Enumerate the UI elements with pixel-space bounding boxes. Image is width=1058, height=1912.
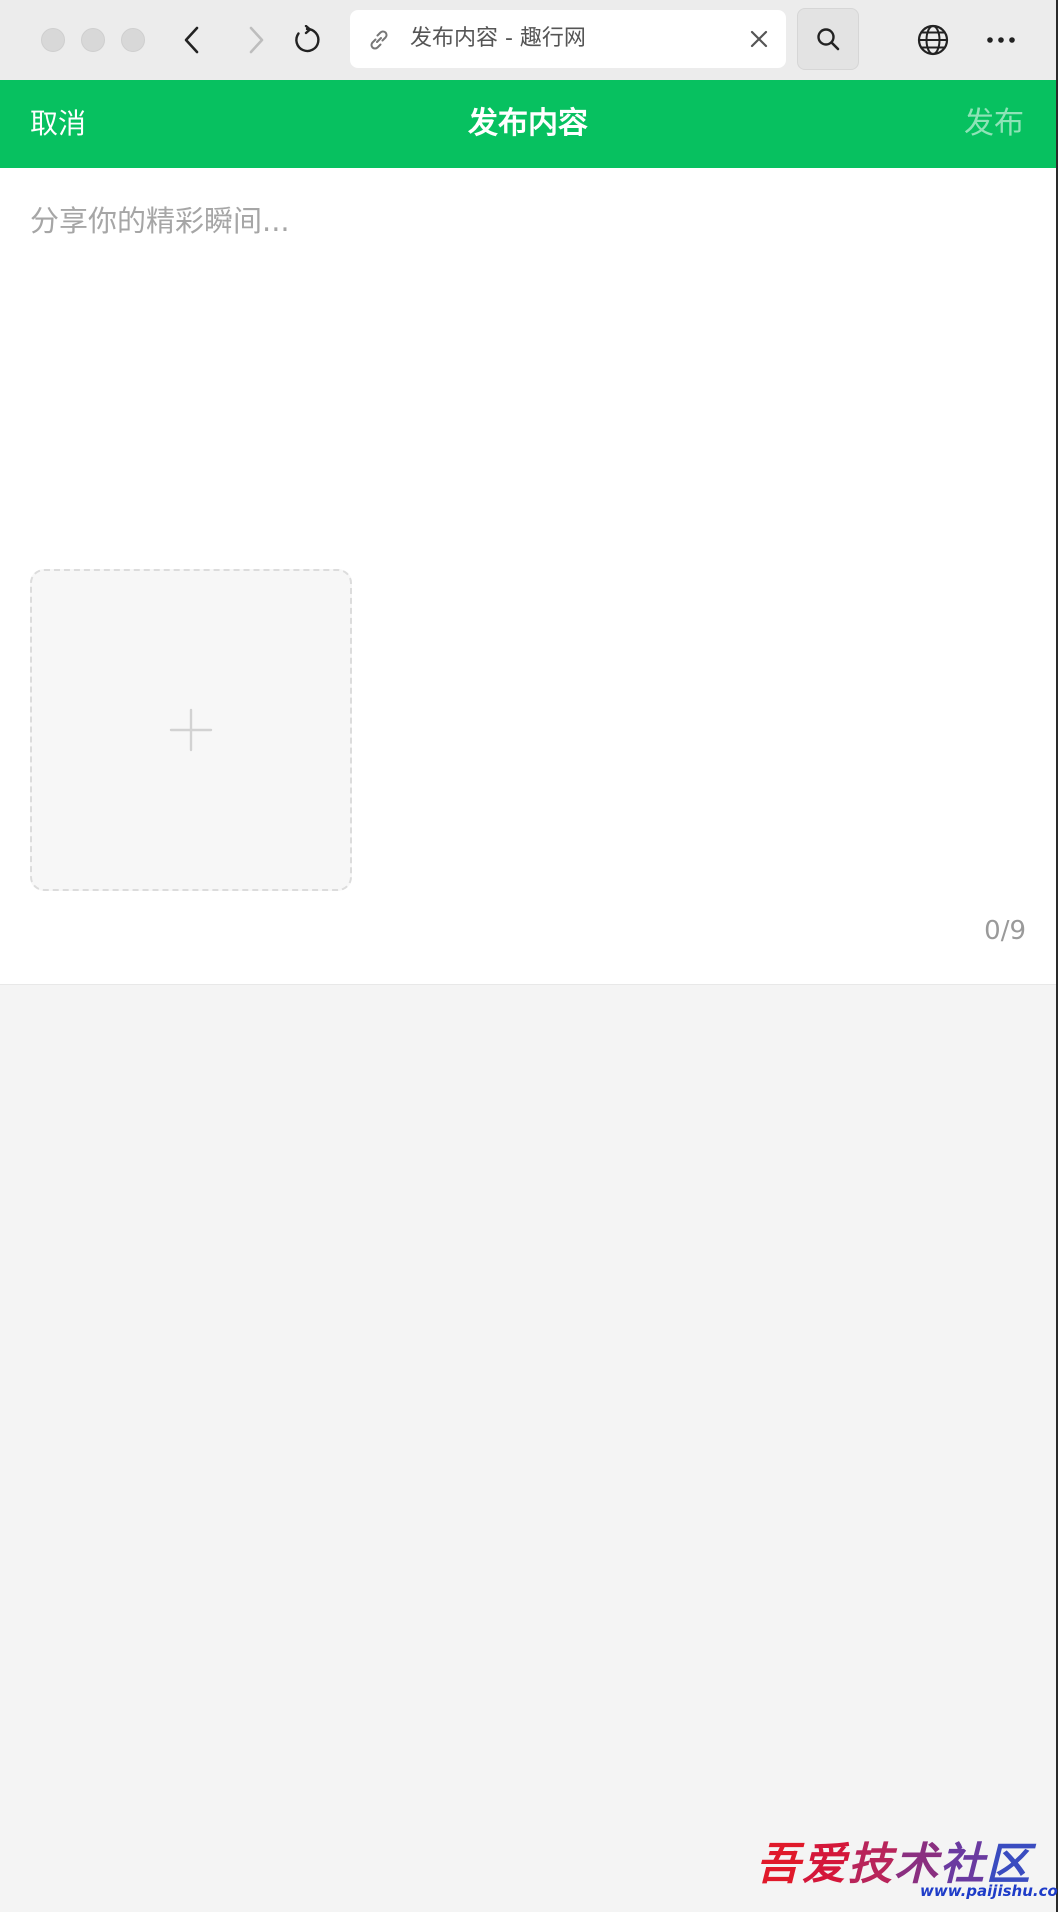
chevron-left-icon: [184, 26, 199, 54]
globe-icon: [917, 24, 949, 56]
reload-button[interactable]: [283, 16, 331, 64]
search-button[interactable]: [797, 8, 859, 70]
forward-button[interactable]: [232, 16, 280, 64]
link-icon: [370, 30, 388, 50]
add-image-button[interactable]: [30, 569, 352, 891]
browser-window: 发布内容 - 趣行网 取消 发布内容 发布 分享你的精彩瞬间... 0/9 吾爱…: [0, 0, 1058, 1912]
content-input[interactable]: [30, 198, 1020, 498]
chevron-right-icon: [249, 26, 264, 54]
window-minimize-button[interactable]: [81, 28, 105, 52]
post-editor: 0/9: [0, 168, 1056, 985]
search-icon: [817, 28, 840, 51]
browser-toolbar: 发布内容 - 趣行网: [0, 0, 1058, 80]
page-title: 发布内容: [468, 106, 588, 141]
window-zoom-button[interactable]: [121, 28, 145, 52]
app-header: 取消 发布内容 发布: [0, 80, 1056, 168]
window-close-button[interactable]: [41, 28, 65, 52]
address-bar[interactable]: 发布内容 - 趣行网: [350, 10, 786, 68]
language-button[interactable]: [909, 16, 957, 64]
watermark-char: 爱: [802, 1839, 848, 1890]
more-options-button[interactable]: [977, 16, 1025, 64]
watermark-char: 吾: [756, 1839, 802, 1890]
publish-button[interactable]: 发布: [964, 80, 1024, 168]
plus-icon: [169, 708, 213, 752]
image-count: 0/9: [984, 916, 1026, 946]
clear-address-button[interactable]: [746, 26, 772, 52]
close-icon: [750, 30, 768, 48]
reload-icon: [295, 25, 320, 53]
more-icon: [987, 37, 1015, 43]
back-button[interactable]: [168, 16, 216, 64]
watermark-url: www.paijishu.com: [920, 1882, 1058, 1900]
watermark: 吾爱技术社区 www.paijishu.com: [756, 1828, 1058, 1908]
cancel-button[interactable]: 取消: [30, 80, 86, 168]
page-title-in-address-bar: 发布内容 - 趣行网: [410, 26, 586, 51]
watermark-char: 技: [848, 1839, 894, 1890]
